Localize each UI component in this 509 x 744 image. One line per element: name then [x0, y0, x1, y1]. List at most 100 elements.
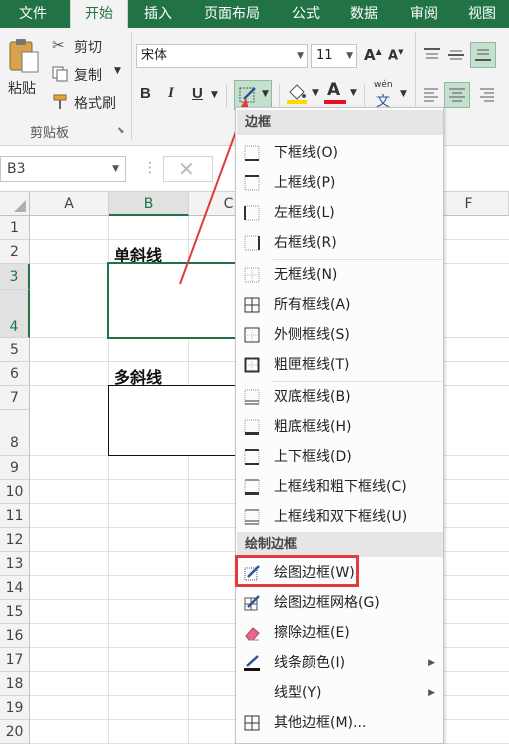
menu-section-borders: 边框: [237, 110, 443, 135]
align-left-icon[interactable]: [422, 86, 442, 104]
menu-item-label: 下框线(O): [274, 145, 338, 161]
more-icon: ⋮: [143, 160, 157, 176]
row-header-13[interactable]: 13: [0, 552, 30, 576]
italic-button[interactable]: I: [168, 85, 174, 102]
top-border-icon: [244, 175, 260, 191]
cancel-icon[interactable]: ✕: [178, 157, 195, 181]
tab-data[interactable]: 数据: [340, 0, 388, 28]
top-bottom-border-icon: [244, 449, 260, 465]
menu-item-thick-bottom-border[interactable]: 粗底框线(H): [237, 412, 443, 442]
font-size-value: 11: [316, 48, 333, 63]
copy-dropdown-icon[interactable]: ▼: [114, 66, 121, 76]
outside-borders-icon: [244, 327, 260, 343]
copy-button[interactable]: 复制 ▼: [52, 64, 124, 84]
underline-dropdown-icon[interactable]: ▼: [211, 90, 218, 100]
borders-dropdown-menu: 边框 下框线(O) 上框线(P) 左框线(L) 右框线(R) 无框线(N) 所有…: [235, 107, 444, 744]
thick-bottom-border-icon: [244, 419, 260, 435]
menu-item-label: 线型(Y): [274, 685, 322, 701]
menu-item-thick-box-border[interactable]: 粗匣框线(T): [237, 350, 443, 380]
menu-item-bottom-border[interactable]: 下框线(O): [237, 138, 443, 168]
tab-file[interactable]: 文件: [0, 0, 66, 28]
align-center-button[interactable]: [444, 82, 470, 108]
row-header-19[interactable]: 19: [0, 696, 30, 720]
menu-item-outside-borders[interactable]: 外侧框线(S): [237, 320, 443, 350]
decrease-font-size-button[interactable]: A▼: [388, 48, 403, 63]
tab-home[interactable]: 开始: [70, 0, 128, 29]
menu-item-double-bottom-border[interactable]: 双底框线(B): [237, 382, 443, 412]
menu-item-draw-border-grid[interactable]: 绘图边框网格(G): [237, 588, 443, 618]
copy-icon: [52, 66, 68, 82]
format-painter-button[interactable]: 格式刷: [52, 92, 124, 112]
menu-item-label: 左框线(L): [274, 205, 335, 221]
font-color-swatch: [324, 100, 346, 104]
top-thick-bottom-border-icon: [244, 479, 260, 495]
separator: [364, 84, 365, 108]
dialog-launcher-icon[interactable]: ⬊: [117, 126, 125, 136]
underline-button[interactable]: U: [192, 85, 203, 102]
phonetic-button[interactable]: wén 文 ▼: [372, 80, 410, 110]
tab-view[interactable]: 视图: [458, 0, 506, 28]
align-middle-icon[interactable]: [446, 46, 466, 64]
menu-item-label: 绘图边框网格(G): [274, 595, 380, 611]
align-right-icon[interactable]: [476, 86, 496, 104]
menu-item-label: 外侧框线(S): [274, 327, 350, 343]
menu-item-label: 上框线和双下框线(U): [274, 509, 408, 525]
align-top-icon[interactable]: [422, 46, 442, 64]
menu-item-more-borders[interactable]: 其他边框(M)...: [237, 708, 443, 738]
ribbon-tab-bar: 文件 开始 插入 页面布局 公式 数据 审阅 视图: [0, 0, 509, 29]
tab-review[interactable]: 审阅: [400, 0, 448, 28]
chevron-down-icon: ▼: [312, 88, 319, 98]
menu-item-right-border[interactable]: 右框线(R): [237, 228, 443, 258]
font-name-value: 宋体: [141, 48, 168, 63]
menu-item-left-border[interactable]: 左框线(L): [237, 198, 443, 228]
submenu-arrow-icon: ▶: [428, 658, 435, 668]
borders-button[interactable]: ▼: [234, 80, 272, 110]
bold-button[interactable]: B: [140, 85, 151, 102]
menu-item-label: 上框线(P): [274, 175, 336, 191]
eraser-icon: [245, 627, 260, 641]
name-box[interactable]: B3 ▼: [0, 156, 126, 182]
copy-label: 复制: [74, 68, 102, 84]
menu-item-top-bottom-border[interactable]: 上下框线(D): [237, 442, 443, 472]
fill-color-button[interactable]: ▼: [286, 82, 322, 108]
no-border-icon: [244, 267, 260, 283]
double-bottom-border-icon: [244, 389, 260, 405]
menu-item-top-border[interactable]: 上框线(P): [237, 168, 443, 198]
tab-insert[interactable]: 插入: [134, 0, 182, 28]
chevron-down-icon: ▼: [297, 51, 304, 61]
chevron-down-icon: ▼: [346, 51, 353, 61]
increase-font-size-button[interactable]: A▲: [364, 46, 382, 64]
menu-item-label: 无框线(N): [274, 267, 338, 283]
row-header-16[interactable]: 16: [0, 624, 30, 648]
row-header-18[interactable]: 18: [0, 672, 30, 696]
font-size-select[interactable]: 11 ▼: [311, 44, 357, 68]
menu-item-line-style[interactable]: 线型(Y) ▶: [237, 678, 443, 708]
align-bottom-button[interactable]: [470, 42, 496, 68]
chevron-down-icon: ▼: [112, 164, 119, 174]
menu-item-all-borders[interactable]: 所有框线(A): [237, 290, 443, 320]
menu-item-erase-border[interactable]: 擦除边框(E): [237, 618, 443, 648]
draw-border-grid-icon: [244, 595, 260, 611]
submenu-arrow-icon: ▶: [428, 688, 435, 698]
tab-formulas[interactable]: 公式: [282, 0, 330, 28]
row-header-20[interactable]: 20: [0, 720, 30, 744]
menu-item-line-color[interactable]: 线条颜色(I) ▶: [237, 648, 443, 678]
paste-button[interactable]: 粘贴: [4, 34, 44, 100]
menu-item-no-border[interactable]: 无框线(N): [237, 260, 443, 290]
top-double-bottom-border-icon: [244, 509, 260, 525]
thick-box-border-icon: [244, 357, 260, 373]
cut-button[interactable]: ✂ 剪切: [52, 36, 112, 56]
paste-label: 粘贴: [8, 81, 36, 97]
font-name-select[interactable]: 宋体 ▼: [136, 44, 308, 68]
row-header-17[interactable]: 17: [0, 648, 30, 672]
row-header-15[interactable]: 15: [0, 600, 30, 624]
font-color-button[interactable]: A ▼: [324, 80, 360, 108]
menu-item-label: 上框线和粗下框线(C): [274, 479, 407, 495]
line-color-icon: [244, 655, 260, 671]
menu-item-top-thick-bottom-border[interactable]: 上框线和粗下框线(C): [237, 472, 443, 502]
tab-page-layout[interactable]: 页面布局: [196, 0, 268, 28]
menu-item-top-double-bottom-border[interactable]: 上框线和双下框线(U): [237, 502, 443, 532]
row-header-14[interactable]: 14: [0, 576, 30, 600]
brush-icon: [53, 94, 67, 109]
menu-section-draw-borders: 绘制边框: [237, 532, 443, 557]
